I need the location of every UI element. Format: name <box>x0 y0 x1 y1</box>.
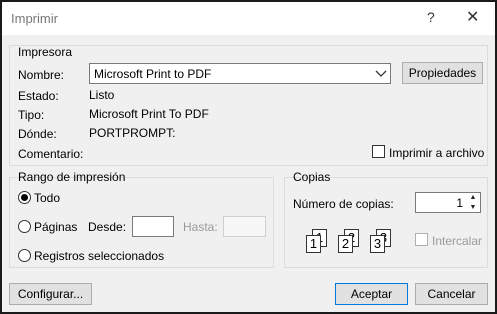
from-input[interactable] <box>132 216 174 237</box>
range-selection-label[interactable]: Registros seleccionados <box>34 249 164 263</box>
status-label: Estado: <box>18 89 59 103</box>
title-bar: Imprimir ? ✕ <box>2 2 495 35</box>
type-label: Tipo: <box>18 108 45 122</box>
page-front-1: 1 <box>306 235 321 253</box>
to-input[interactable] <box>223 216 266 237</box>
collate-checkbox[interactable] <box>415 233 428 246</box>
print-to-file-checkbox[interactable] <box>372 145 385 158</box>
from-label: Desde: <box>88 220 127 234</box>
range-pages-radio[interactable] <box>18 220 31 233</box>
ok-button[interactable]: Aceptar <box>335 283 408 305</box>
properties-button[interactable]: Propiedades <box>402 62 483 84</box>
chevron-down-icon <box>375 64 387 87</box>
print-dialog: Imprimir ? ✕ Impresora Nombre: Microsoft… <box>0 0 497 314</box>
status-value: Listo <box>89 88 115 102</box>
copies-group-title: Copias <box>293 170 331 184</box>
copies-group <box>284 177 488 268</box>
type-value: Microsoft Print To PDF <box>89 107 209 121</box>
range-all-label[interactable]: Todo <box>34 191 60 205</box>
where-value: PORTPROMPT: <box>89 126 176 140</box>
collate-label[interactable]: Intercalar <box>432 234 482 248</box>
cancel-button[interactable]: Cancelar <box>415 283 488 305</box>
copies-count-stepper[interactable]: 1 ▲ ▼ <box>415 192 481 213</box>
range-pages-label[interactable]: Páginas <box>34 220 77 234</box>
page-stack-3: 3 3 <box>368 229 393 253</box>
where-label: Dónde: <box>18 127 57 141</box>
printer-name-label: Nombre: <box>18 68 65 82</box>
window-title: Imprimir <box>11 11 58 26</box>
to-label: Hasta: <box>183 220 218 234</box>
close-button[interactable]: ✕ <box>466 7 479 27</box>
copies-count-label: Número de copias: <box>293 197 394 211</box>
page-front-2: 2 <box>338 235 353 253</box>
range-selection-radio[interactable] <box>18 249 31 262</box>
print-to-file-label[interactable]: Imprimir a archivo <box>389 146 484 160</box>
comment-label: Comentario: <box>18 147 84 161</box>
range-all-radio[interactable] <box>18 191 31 204</box>
printer-name-value: Microsoft Print to PDF <box>94 67 212 81</box>
spin-down-icon[interactable]: ▼ <box>467 203 479 212</box>
print-range-group-title: Rango de impresión <box>18 170 126 184</box>
page-stack-1: 1 1 <box>304 229 329 253</box>
spin-up-icon[interactable]: ▲ <box>467 193 479 202</box>
radio-selected-dot <box>21 194 28 201</box>
printer-name-select[interactable]: Microsoft Print to PDF <box>89 63 391 84</box>
help-button[interactable]: ? <box>427 9 435 25</box>
page-front-3: 3 <box>370 235 385 253</box>
printer-group-title: Impresora <box>18 45 73 59</box>
copies-count-value: 1 <box>456 196 463 210</box>
setup-button[interactable]: Configurar... <box>9 283 92 305</box>
page-stack-2: 2 2 <box>336 229 361 253</box>
